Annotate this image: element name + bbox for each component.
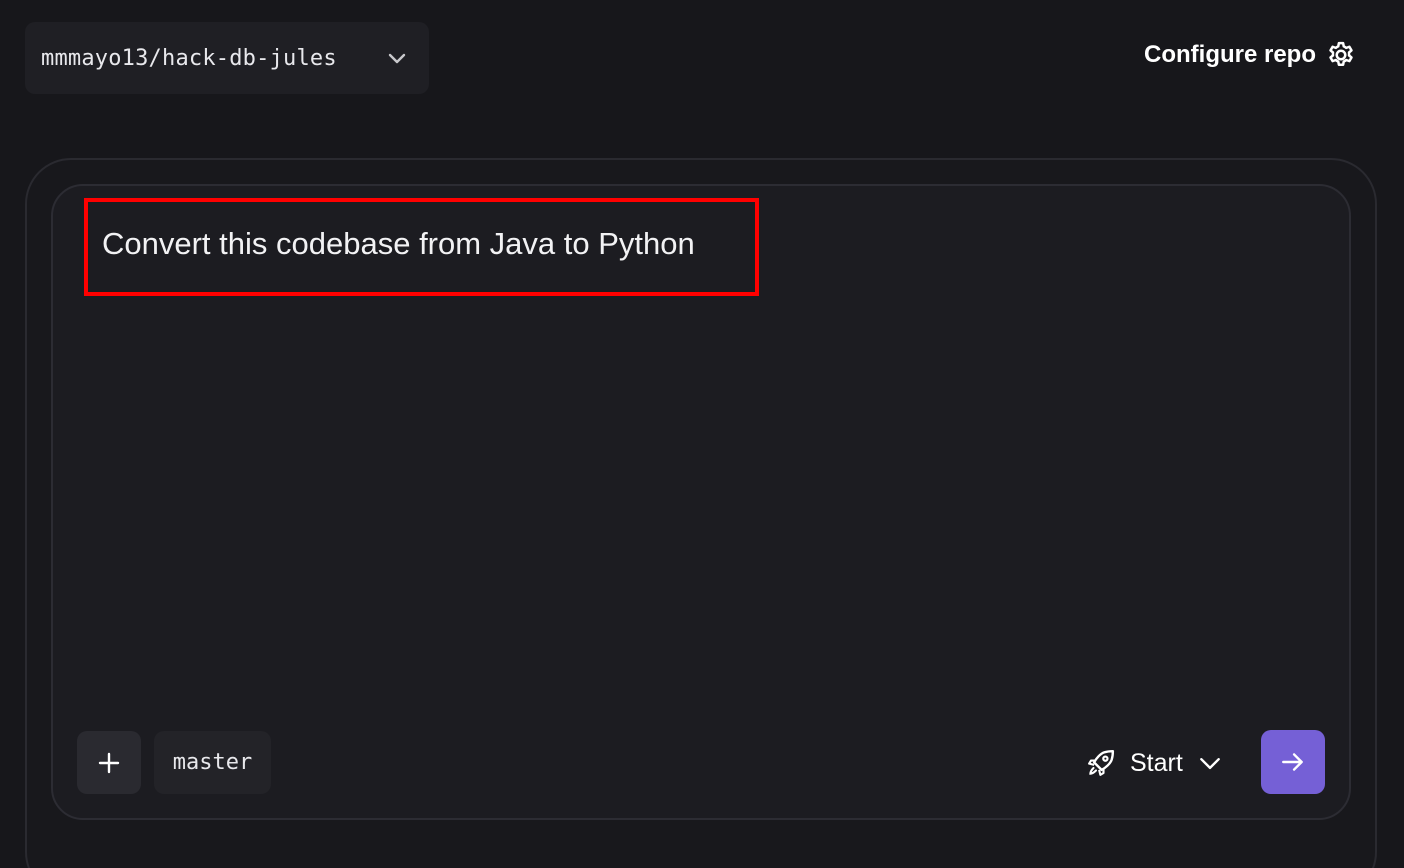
submit-button[interactable] [1261, 730, 1325, 794]
configure-repo-label: Configure repo [1144, 41, 1316, 68]
repo-selector[interactable]: mmmayo13/hack-db-jules [25, 22, 429, 94]
branch-selector[interactable]: master [154, 731, 271, 794]
start-label: Start [1130, 748, 1183, 777]
arrow-right-icon [1282, 753, 1303, 771]
start-mode-dropdown[interactable]: Start [1086, 744, 1223, 782]
configure-repo-button[interactable]: Configure repo [1144, 40, 1356, 70]
prompt-text[interactable]: Convert this codebase from Java to Pytho… [102, 226, 695, 262]
branch-label: master [172, 750, 253, 775]
rocket-icon [1088, 749, 1115, 776]
chevron-down-icon [1199, 758, 1220, 770]
plus-icon [98, 752, 120, 773]
app-page: mmmayo13/hack-db-jules Configure repo Co… [0, 0, 1404, 868]
gear-icon [1329, 41, 1353, 66]
add-button[interactable] [77, 731, 141, 794]
chevron-down-icon [388, 53, 406, 64]
repo-name: mmmayo13/hack-db-jules [41, 45, 337, 71]
